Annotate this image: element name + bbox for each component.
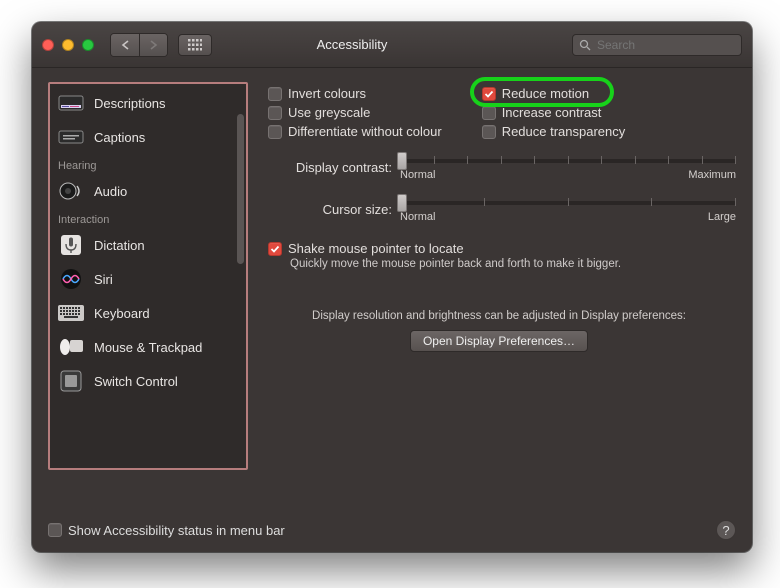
cursor-size-slider[interactable] [400,201,736,205]
sidebar-item-dictation[interactable]: Dictation [50,228,246,262]
cursor-size-label: Cursor size: [262,202,392,217]
shake-mouse-checkbox[interactable]: Shake mouse pointer to locate [268,241,736,256]
slider-max-label: Large [708,211,736,223]
descriptions-icon [58,92,84,114]
sidebar-item-keyboard[interactable]: Keyboard [50,296,246,330]
slider-min-label: Normal [400,169,435,181]
footer: Show Accessibility status in menu bar ? [32,508,752,552]
keyboard-icon [58,302,84,324]
slider-min-label: Normal [400,211,435,223]
display-preferences-note-group: Display resolution and brightness can be… [262,310,736,352]
content-area: Descriptions Captions Hearing [32,68,752,508]
sidebar-scrollbar[interactable] [237,114,244,264]
reduce-motion-checkbox[interactable]: Reduce motion [482,86,626,101]
sidebar-item-audio[interactable]: Audio [50,174,246,208]
search-field[interactable] [572,34,742,56]
display-contrast-row: Display contrast: Normal Maximum [262,153,736,181]
shake-mouse-hint: Quickly move the mouse pointer back and … [268,258,736,270]
window-controls [42,39,94,51]
close-window-button[interactable] [42,39,54,51]
sidebar-item-label: Mouse & Trackpad [94,340,202,355]
use-greyscale-checkbox[interactable]: Use greyscale [268,105,442,120]
sidebar-item-mouse-trackpad[interactable]: Mouse & Trackpad [50,330,246,364]
sidebar-section-hearing: Hearing [50,154,246,174]
checkbox-label: Invert colours [288,86,366,101]
sidebar-section-interaction: Interaction [50,208,246,228]
sidebar-item-label: Captions [94,130,145,145]
increase-contrast-checkbox[interactable]: Increase contrast [482,105,626,120]
titlebar: Accessibility [32,22,752,68]
sidebar-item-label: Dictation [94,238,145,253]
checkbox-label: Use greyscale [288,105,370,120]
sidebar-item-descriptions[interactable]: Descriptions [50,86,246,120]
settings-panel: Invert colours Use greyscale Differentia… [262,82,736,502]
sidebar-item-label: Keyboard [94,306,150,321]
checkbox-label: Show Accessibility status in menu bar [68,523,285,538]
checkbox-label: Shake mouse pointer to locate [288,241,464,256]
sidebar-item-captions[interactable]: Captions [50,120,246,154]
checkbox-label: Reduce motion [502,86,589,101]
mic-icon [58,234,84,256]
checkbox-label: Reduce transparency [502,124,626,139]
checkbox-label: Differentiate without colour [288,124,442,139]
captions-icon [58,126,84,148]
accessibility-preferences-window: Accessibility [32,22,752,552]
back-button[interactable] [111,34,139,56]
display-contrast-slider[interactable] [400,159,736,163]
switch-control-icon [58,370,84,392]
mouse-trackpad-icon [58,336,84,358]
differentiate-colour-checkbox[interactable]: Differentiate without colour [268,124,442,139]
invert-colours-checkbox[interactable]: Invert colours [268,86,442,101]
sidebar-item-label: Descriptions [94,96,166,111]
search-input[interactable] [597,38,735,52]
sidebar-item-label: Siri [94,272,113,287]
reduce-transparency-checkbox[interactable]: Reduce transparency [482,124,626,139]
minimize-window-button[interactable] [62,39,74,51]
checkbox-label: Increase contrast [502,105,602,120]
slider-thumb[interactable] [397,152,407,170]
sidebar-item-switch-control[interactable]: Switch Control [50,364,246,398]
window-title: Accessibility [142,37,562,52]
help-button[interactable]: ? [716,520,736,540]
display-contrast-label: Display contrast: [262,160,392,175]
display-preferences-note: Display resolution and brightness can be… [262,310,736,322]
sidebar-item-label: Audio [94,184,127,199]
sidebar-item-siri[interactable]: Siri [50,262,246,296]
audio-icon [58,180,84,202]
show-status-menubar-checkbox[interactable]: Show Accessibility status in menu bar [48,523,285,538]
slider-max-label: Maximum [688,169,736,181]
search-icon [579,39,591,51]
siri-icon [58,268,84,290]
open-display-preferences-button[interactable]: Open Display Preferences… [410,330,588,352]
zoom-window-button[interactable] [82,39,94,51]
cursor-size-row: Cursor size: Normal Large [262,195,736,223]
category-sidebar[interactable]: Descriptions Captions Hearing [48,82,248,470]
slider-thumb[interactable] [397,194,407,212]
sidebar-item-label: Switch Control [94,374,178,389]
